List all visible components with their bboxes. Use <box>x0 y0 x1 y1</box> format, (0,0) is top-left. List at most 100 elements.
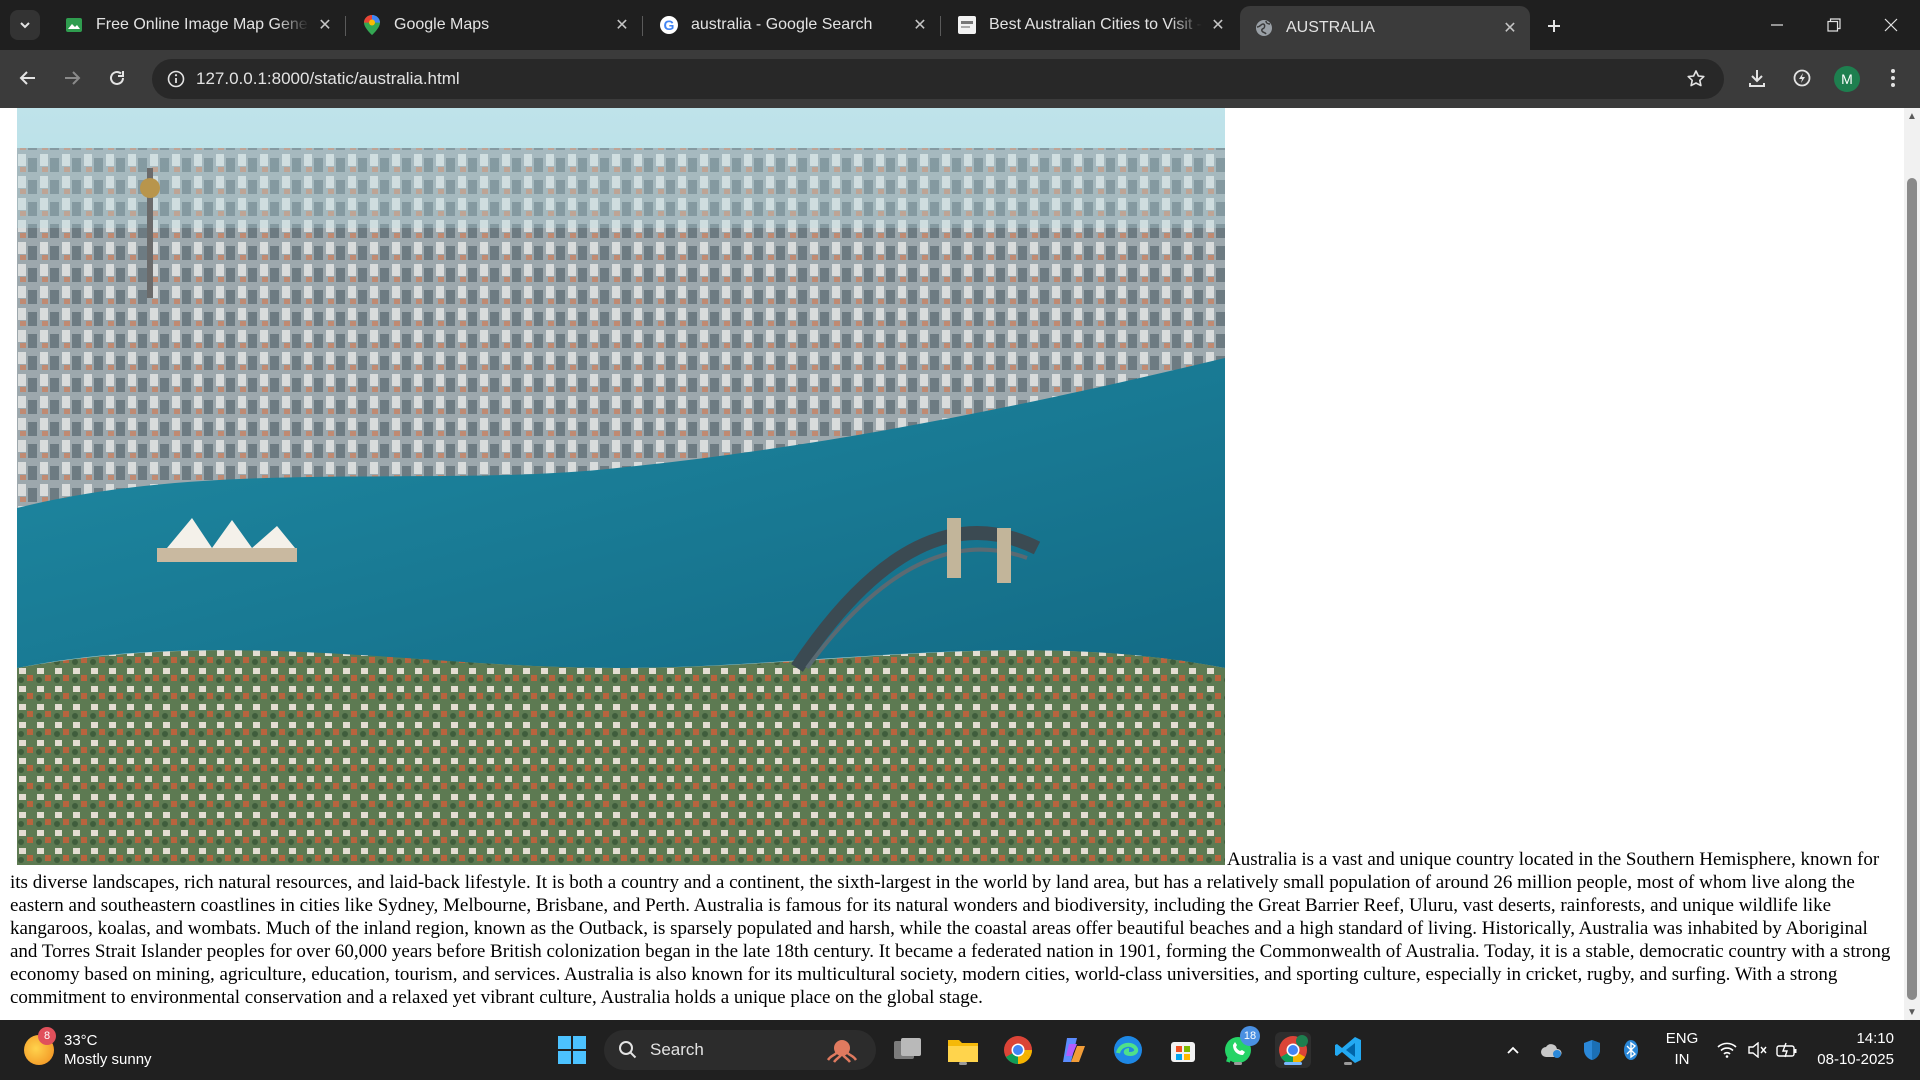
google-icon: G <box>659 15 679 35</box>
downloads-button[interactable] <box>1741 62 1773 94</box>
page-content: Australia is a vast and unique country l… <box>0 108 1904 1020</box>
search-icon <box>619 1041 637 1059</box>
close-icon[interactable]: ✕ <box>612 15 632 35</box>
close-icon[interactable]: ✕ <box>910 15 930 35</box>
bluetooth-icon <box>1624 1040 1638 1060</box>
minimize-icon <box>1771 24 1783 26</box>
tab-google-maps[interactable]: Google Maps ✕ <box>348 6 643 44</box>
address-bar[interactable]: 127.0.0.1:8000/static/australia.html <box>152 59 1724 99</box>
close-icon[interactable]: ✕ <box>1500 18 1520 38</box>
running-indicator <box>1234 1062 1242 1065</box>
whatsapp-button[interactable]: 18 <box>1220 1026 1260 1068</box>
australia-paragraph: Australia is a vast and unique country l… <box>10 849 1891 1008</box>
tab-title: Google Maps <box>394 16 490 33</box>
close-icon[interactable]: ✕ <box>315 15 335 35</box>
wifi-icon <box>1717 1042 1737 1058</box>
site-info-icon[interactable] <box>162 65 190 93</box>
close-icon[interactable]: ✕ <box>1208 15 1228 35</box>
chrome-profile-button[interactable] <box>1275 1032 1311 1068</box>
svg-text:G: G <box>664 17 675 33</box>
security-tray[interactable] <box>1578 1036 1606 1064</box>
copilot-icon <box>1063 1038 1085 1062</box>
profile-avatar[interactable]: M <box>1834 66 1860 92</box>
tab-separator <box>940 16 941 36</box>
tab-strip: Free Online Image Map Genera ✕ Google Ma… <box>0 0 1920 50</box>
taskbar-search[interactable]: Search <box>604 1030 876 1070</box>
region-code: IN <box>1674 1051 1690 1068</box>
start-button[interactable] <box>554 1032 590 1068</box>
restore-icon <box>1827 18 1841 32</box>
globe-icon <box>1254 18 1274 38</box>
chrome-button[interactable] <box>1000 1032 1036 1068</box>
site-icon <box>957 15 977 35</box>
active-indicator <box>1284 1062 1302 1065</box>
chevron-up-icon <box>1507 1046 1519 1054</box>
file-explorer-button[interactable] <box>945 1032 981 1068</box>
battery-tray[interactable] <box>1774 1036 1800 1064</box>
tab-title: australia - Google Search <box>691 16 873 33</box>
language-indicator[interactable]: ENG IN <box>1660 1028 1704 1070</box>
vertical-scrollbar[interactable]: ▲ ▼ <box>1904 108 1920 1020</box>
more-vert-icon <box>1891 69 1895 87</box>
back-button[interactable] <box>12 62 44 94</box>
vscode-button[interactable] <box>1330 1032 1366 1068</box>
close-window-button[interactable] <box>1862 0 1920 50</box>
copilot-button[interactable] <box>1055 1032 1091 1068</box>
show-hidden-icons-button[interactable] <box>1500 1036 1526 1064</box>
restore-button[interactable] <box>1805 0 1863 50</box>
reload-button[interactable] <box>101 62 133 94</box>
windows-taskbar: 8 33°C Mostly sunny Search 18 ENG IN 14:… <box>0 1020 1920 1080</box>
forward-button[interactable] <box>56 62 88 94</box>
performance-icon <box>1793 69 1811 87</box>
download-icon <box>1749 70 1765 87</box>
tab-search-button[interactable] <box>10 10 40 40</box>
clock-time: 14:10 <box>1856 1030 1894 1047</box>
tab-title: AUSTRALIA <box>1286 19 1375 36</box>
temperature: 33°C <box>64 1032 98 1049</box>
volume-tray[interactable] <box>1744 1036 1770 1064</box>
search-highlight-icon <box>826 1040 858 1063</box>
chrome-icon <box>1004 1036 1032 1064</box>
minimize-button[interactable] <box>1748 0 1806 50</box>
tab-google-search[interactable]: G australia - Google Search ✕ <box>645 6 941 44</box>
scroll-up-icon[interactable]: ▲ <box>1906 110 1918 122</box>
battery-charging-icon <box>1776 1042 1797 1058</box>
tab-australian-cities[interactable]: Best Australian Cities to Visit - E ✕ <box>943 6 1238 44</box>
bluetooth-tray[interactable] <box>1618 1036 1644 1064</box>
microsoft-store-button[interactable] <box>1165 1032 1201 1068</box>
scrollbar-thumb[interactable] <box>1907 178 1917 1000</box>
edge-button[interactable] <box>1110 1032 1146 1068</box>
tab-title: Free Online Image Map Genera <box>96 16 309 33</box>
scroll-down-icon[interactable]: ▼ <box>1906 1006 1918 1018</box>
tab-separator <box>642 16 643 36</box>
running-indicator <box>959 1062 967 1065</box>
sydney-harbour-image <box>17 108 1225 865</box>
weather-badge: 8 <box>38 1027 56 1045</box>
tab-image-map[interactable]: Free Online Image Map Genera ✕ <box>50 6 346 44</box>
folder-icon <box>948 1040 978 1062</box>
weather-widget[interactable]: 8 33°C Mostly sunny <box>24 1027 152 1072</box>
tab-australia[interactable]: AUSTRALIA ✕ <box>1240 6 1530 50</box>
task-view-button[interactable] <box>890 1032 926 1068</box>
vscode-icon <box>1335 1037 1361 1063</box>
wifi-tray[interactable] <box>1714 1036 1740 1064</box>
new-tab-button[interactable] <box>1540 12 1568 40</box>
system-clock[interactable]: 14:10 08-10-2025 <box>1814 1028 1894 1070</box>
bookmark-star-icon[interactable] <box>1682 65 1710 93</box>
chevron-down-icon <box>20 22 30 29</box>
tab-separator <box>345 16 346 36</box>
cloud-icon <box>1541 1044 1562 1058</box>
whatsapp-badge: 18 <box>1240 1026 1260 1046</box>
weather-condition: Mostly sunny <box>64 1051 152 1068</box>
performance-button[interactable] <box>1786 62 1818 94</box>
chrome-profile-icon <box>1279 1035 1308 1064</box>
weather-text: 33°C Mostly sunny <box>64 1031 152 1069</box>
edge-icon <box>1114 1036 1142 1064</box>
clock-date: 08-10-2025 <box>1817 1051 1894 1068</box>
image-map-icon <box>64 15 84 35</box>
url-text[interactable]: 127.0.0.1:8000/static/australia.html <box>196 69 460 89</box>
onedrive-tray[interactable] <box>1538 1036 1566 1064</box>
arrow-left-icon <box>19 71 35 85</box>
menu-button[interactable] <box>1877 62 1909 94</box>
page-body: Australia is a vast and unique country l… <box>0 108 1904 1009</box>
